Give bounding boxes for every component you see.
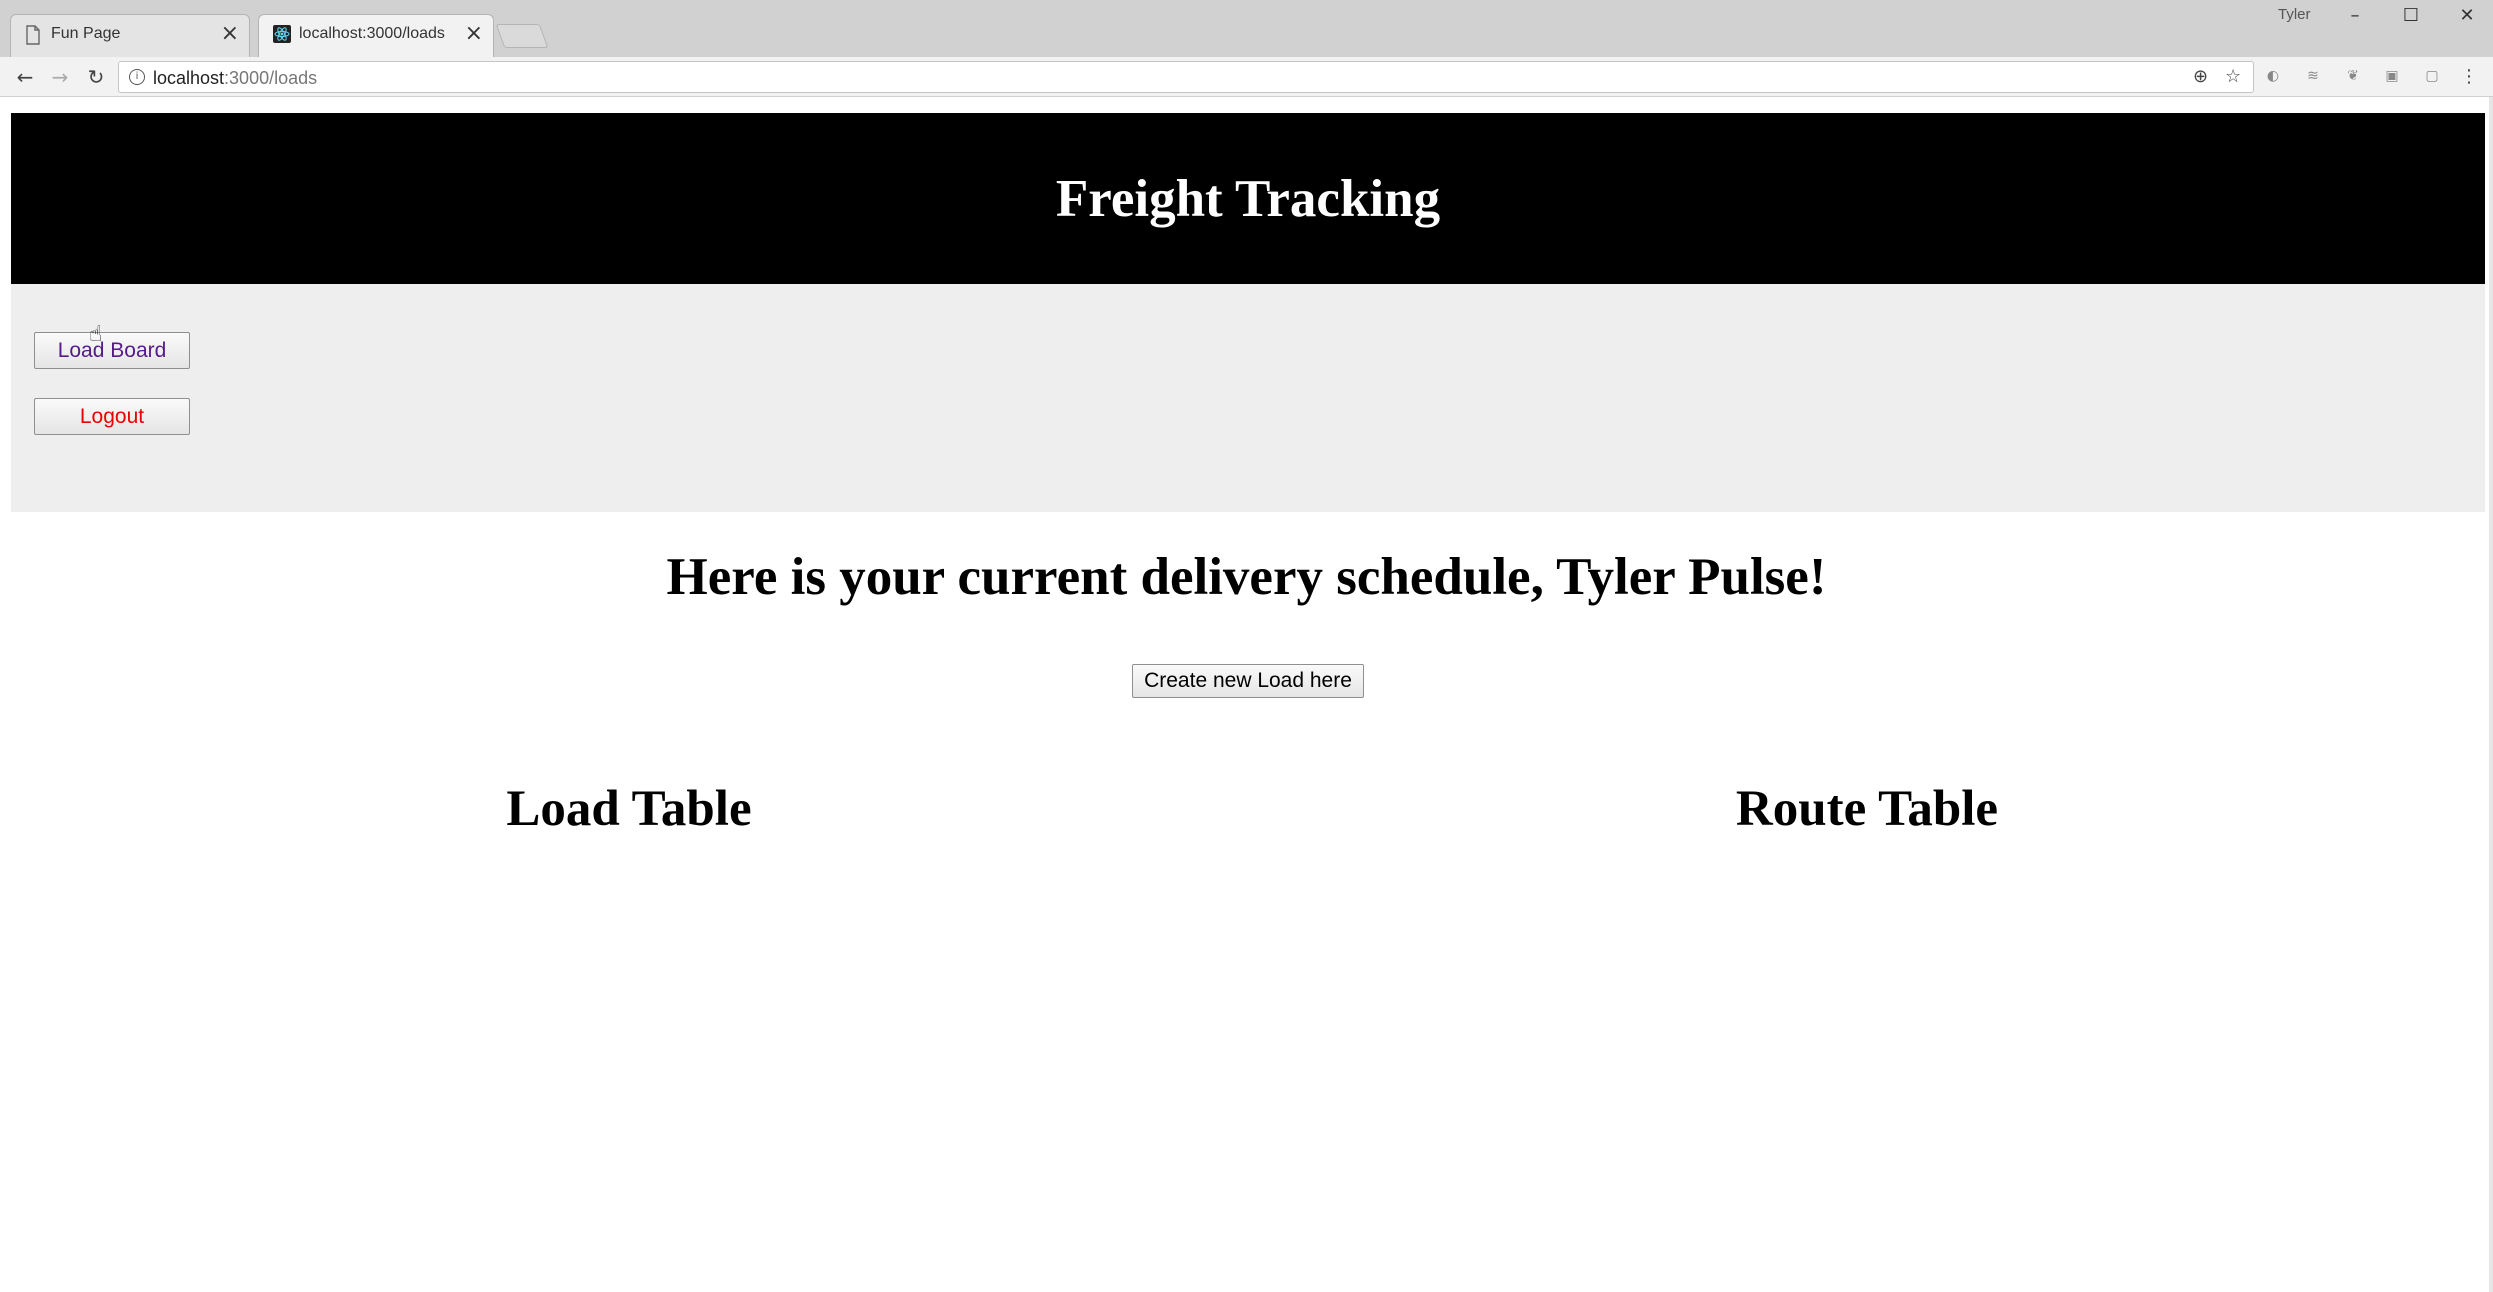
load-board-button[interactable]: Load Board xyxy=(34,332,190,369)
info-icon[interactable]: i xyxy=(129,69,145,85)
url-text: localhost:3000/loads xyxy=(153,68,318,88)
site-title: Freight Tracking xyxy=(1055,169,1441,228)
react-icon xyxy=(273,25,291,45)
menu-icon[interactable]: ⋮ xyxy=(2458,65,2480,87)
extension-leaf-icon[interactable]: ❦ xyxy=(2342,65,2364,87)
reload-icon[interactable]: ↻ xyxy=(82,63,110,91)
extension-screenshot-icon[interactable]: ▣ xyxy=(2381,65,2403,87)
extension-window-icon[interactable]: ▢ xyxy=(2421,65,2443,87)
extension-abc-icon[interactable]: ≋ xyxy=(2302,65,2324,87)
scrollbar[interactable] xyxy=(2489,97,2493,1292)
zoom-icon[interactable]: ⊕ xyxy=(2193,66,2208,87)
load-table-title: Load Table xyxy=(506,781,752,837)
browser-toolbar: ← → ↻ i localhost:3000/loads ⊕ ☆ ◐ ≋ ❦ ▣… xyxy=(0,57,2493,97)
page-icon xyxy=(25,25,43,45)
extension-circle-icon[interactable]: ◐ xyxy=(2262,65,2284,87)
profile-name[interactable]: Tyler xyxy=(2278,6,2311,23)
forward-icon[interactable]: → xyxy=(46,63,74,91)
tab-title: Fun Page xyxy=(51,25,121,42)
close-tab-icon[interactable]: × xyxy=(221,22,239,46)
new-tab-button[interactable] xyxy=(495,24,549,48)
back-icon[interactable]: ← xyxy=(11,63,39,91)
bookmark-star-icon[interactable]: ☆ xyxy=(2225,66,2241,87)
site-header: Freight Tracking xyxy=(11,113,2485,284)
close-tab-icon[interactable]: × xyxy=(465,22,483,46)
logout-button[interactable]: Logout xyxy=(34,398,190,435)
close-window-icon[interactable]: ✕ xyxy=(2439,0,2493,30)
route-table-title: Route Table xyxy=(1735,781,1999,837)
greeting-heading: Here is your current delivery schedule, … xyxy=(666,548,1827,606)
create-load-button[interactable]: Create new Load here xyxy=(1132,664,1364,698)
tab-loads[interactable]: localhost:3000/loads × xyxy=(258,14,494,57)
browser-window: Fun Page × localhost:3000/loads × Tyler … xyxy=(0,0,2493,1292)
page-viewport: Freight Tracking Load Board Logout Here … xyxy=(0,97,2493,1292)
tab-title: localhost:3000/loads xyxy=(299,25,445,42)
minimize-icon[interactable]: – xyxy=(2327,0,2383,30)
tab-strip: Fun Page × localhost:3000/loads × Tyler … xyxy=(0,0,2493,57)
address-bar[interactable]: i localhost:3000/loads ⊕ ☆ xyxy=(118,61,2254,93)
tab-fun-page[interactable]: Fun Page × xyxy=(10,14,250,57)
maximize-icon[interactable]: ☐ xyxy=(2383,0,2439,30)
nav-panel: Load Board Logout xyxy=(11,284,2485,512)
